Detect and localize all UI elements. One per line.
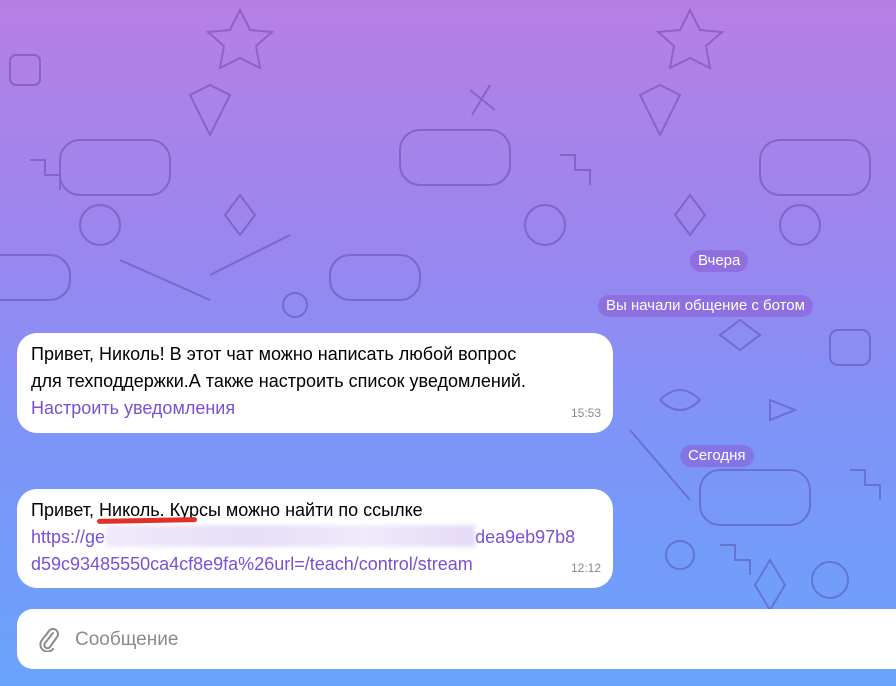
message-text-line: для техподдержки.А также настроить списо… xyxy=(31,371,526,391)
course-link-line2[interactable]: d59c93485550ca4cf8e9fa%26url=/teach/cont… xyxy=(31,551,599,578)
message-input[interactable] xyxy=(73,623,837,657)
course-link-end[interactable]: dea9eb97b8 xyxy=(475,527,575,547)
course-link[interactable]: https://ge dea9eb97b8 xyxy=(31,524,599,551)
course-link-start[interactable]: https://ge xyxy=(31,527,105,547)
message-timestamp: 15:53 xyxy=(570,406,601,420)
message-bubble-courses: Привет, Николь. Курсы можно найти по ссы… xyxy=(17,489,613,588)
message-text-line: Привет, Николь! В этот чат можно написат… xyxy=(31,344,517,364)
service-message-bot-started: Вы начали общение с ботом xyxy=(598,295,813,317)
redacted-region xyxy=(105,525,476,547)
paperclip-icon[interactable] xyxy=(37,626,61,652)
date-separator-yesterday: Вчера xyxy=(690,250,749,272)
message-timestamp: 12:12 xyxy=(570,561,601,575)
date-separator-today: Сегодня xyxy=(680,445,754,467)
message-composer xyxy=(17,609,896,669)
message-bubble-welcome: Привет, Николь! В этот чат можно написат… xyxy=(17,333,613,433)
configure-notifications-link[interactable]: Настроить уведомления xyxy=(31,395,599,422)
